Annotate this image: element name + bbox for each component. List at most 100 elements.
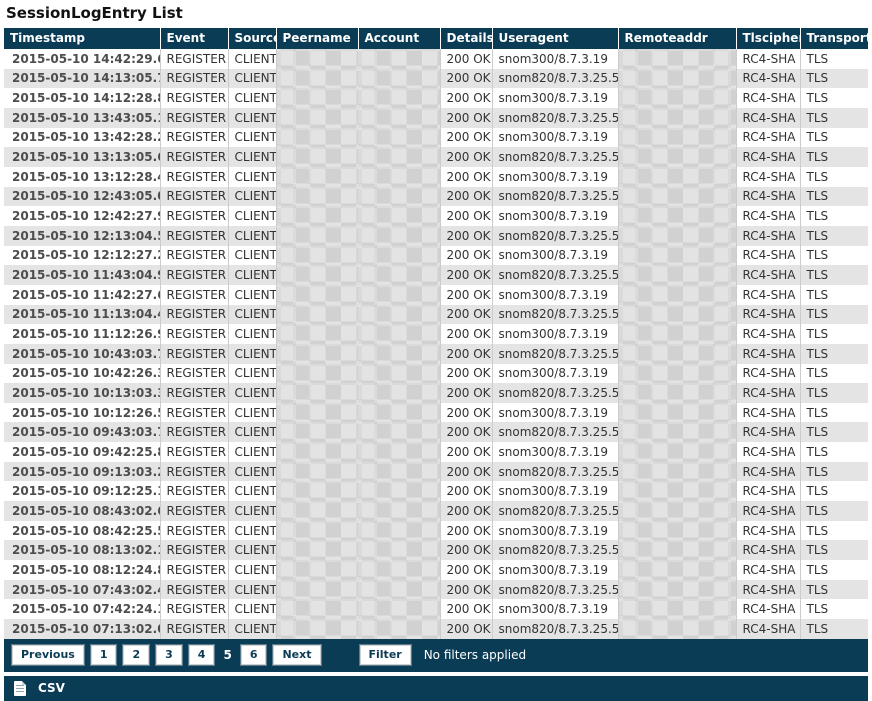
table-row: 2015-05-10 13:43:05.124 REGISTER CLIENT …	[4, 108, 868, 128]
cell-peername-redacted	[276, 580, 358, 600]
cell-event: REGISTER	[160, 246, 228, 266]
redacted-pixelation	[619, 305, 736, 325]
pagination-next-button[interactable]: Next	[273, 645, 320, 665]
cell-source: CLIENT	[228, 147, 276, 167]
cell-tlscipher: RC4-SHA	[736, 580, 800, 600]
col-header-event: Event	[160, 28, 228, 49]
cell-source: CLIENT	[228, 285, 276, 305]
cell-source: CLIENT	[228, 501, 276, 521]
cell-transport: TLS	[800, 226, 868, 246]
cell-timestamp: 2015-05-10 09:13:03.224	[4, 462, 160, 482]
cell-source: CLIENT	[228, 540, 276, 560]
cell-useragent: snom300/8.7.3.19	[492, 88, 618, 108]
cell-timestamp: 2015-05-10 14:42:29.676	[4, 49, 160, 69]
cell-useragent: snom820/8.7.3.25.5	[492, 69, 618, 89]
pagination-previous-button[interactable]: Previous	[12, 645, 84, 665]
redacted-pixelation	[277, 442, 359, 462]
cell-transport: TLS	[800, 167, 868, 187]
cell-timestamp: 2015-05-10 14:12:28.844	[4, 88, 160, 108]
cell-transport: TLS	[800, 462, 868, 482]
cell-tlscipher: RC4-SHA	[736, 540, 800, 560]
csv-export-button[interactable]: CSV	[14, 681, 65, 696]
cell-transport: TLS	[800, 501, 868, 521]
pagination-page-button-4[interactable]: 4	[189, 645, 215, 665]
filter-status-text: No filters applied	[424, 648, 526, 662]
cell-useragent: snom300/8.7.3.19	[492, 49, 618, 69]
cell-transport: TLS	[800, 403, 868, 423]
cell-source: CLIENT	[228, 619, 276, 639]
cell-account-redacted	[358, 580, 440, 600]
cell-details: 200 OK	[440, 246, 492, 266]
redacted-pixelation	[619, 462, 736, 482]
cell-event: REGISTER	[160, 226, 228, 246]
cell-source: CLIENT	[228, 265, 276, 285]
cell-event: REGISTER	[160, 599, 228, 619]
col-header-details: Details	[440, 28, 492, 49]
cell-timestamp: 2015-05-10 11:12:26.912	[4, 324, 160, 344]
redacted-pixelation	[277, 619, 359, 639]
cell-timestamp: 2015-05-10 10:43:03.792	[4, 344, 160, 364]
pagination-page-button-6[interactable]: 6	[241, 645, 267, 665]
cell-remoteaddr-redacted	[618, 187, 736, 207]
cell-transport: TLS	[800, 442, 868, 462]
table-row: 2015-05-10 10:13:03.302 REGISTER CLIENT …	[4, 383, 868, 403]
pagination-page-button-1[interactable]: 1	[91, 645, 117, 665]
cell-account-redacted	[358, 285, 440, 305]
cell-useragent: snom820/8.7.3.25.5	[492, 344, 618, 364]
table-row: 2015-05-10 08:42:25.562 REGISTER CLIENT …	[4, 521, 868, 541]
cell-account-redacted	[358, 265, 440, 285]
cell-account-redacted	[358, 442, 440, 462]
redacted-pixelation	[277, 69, 359, 89]
cell-tlscipher: RC4-SHA	[736, 501, 800, 521]
cell-tlscipher: RC4-SHA	[736, 619, 800, 639]
filter-button[interactable]: Filter	[360, 645, 411, 665]
cell-event: REGISTER	[160, 403, 228, 423]
cell-transport: TLS	[800, 560, 868, 580]
cell-source: CLIENT	[228, 442, 276, 462]
cell-remoteaddr-redacted	[618, 147, 736, 167]
cell-event: REGISTER	[160, 560, 228, 580]
cell-event: REGISTER	[160, 285, 228, 305]
cell-details: 200 OK	[440, 226, 492, 246]
cell-source: CLIENT	[228, 305, 276, 325]
cell-timestamp: 2015-05-10 13:13:05.632	[4, 147, 160, 167]
redacted-pixelation	[277, 560, 359, 580]
redacted-pixelation	[358, 49, 440, 69]
cell-timestamp: 2015-05-10 09:12:25.180	[4, 481, 160, 501]
cell-account-redacted	[358, 619, 440, 639]
cell-source: CLIENT	[228, 521, 276, 541]
cell-peername-redacted	[276, 88, 358, 108]
cell-event: REGISTER	[160, 167, 228, 187]
cell-timestamp: 2015-05-10 07:43:02.498	[4, 580, 160, 600]
cell-remoteaddr-redacted	[618, 462, 736, 482]
table-row: 2015-05-10 14:13:05.728 REGISTER CLIENT …	[4, 69, 868, 89]
pagination-page-button-2[interactable]: 2	[123, 645, 149, 665]
cell-event: REGISTER	[160, 462, 228, 482]
redacted-pixelation	[358, 69, 440, 89]
cell-source: CLIENT	[228, 88, 276, 108]
redacted-pixelation	[277, 599, 359, 619]
pagination-page-button-3[interactable]: 3	[156, 645, 182, 665]
cell-tlscipher: RC4-SHA	[736, 167, 800, 187]
cell-useragent: snom300/8.7.3.19	[492, 364, 618, 384]
cell-transport: TLS	[800, 599, 868, 619]
col-header-source: Source	[228, 28, 276, 49]
table-row: 2015-05-10 12:42:27.912 REGISTER CLIENT …	[4, 206, 868, 226]
col-header-remoteaddr: Remoteaddr	[618, 28, 736, 49]
redacted-pixelation	[277, 49, 359, 69]
cell-peername-redacted	[276, 619, 358, 639]
table-row: 2015-05-10 09:13:03.224 REGISTER CLIENT …	[4, 462, 868, 482]
redacted-pixelation	[358, 88, 440, 108]
cell-source: CLIENT	[228, 422, 276, 442]
cell-account-redacted	[358, 206, 440, 226]
redacted-pixelation	[619, 226, 736, 246]
redacted-pixelation	[619, 88, 736, 108]
redacted-pixelation	[619, 265, 736, 285]
redacted-pixelation	[358, 108, 440, 128]
cell-useragent: snom300/8.7.3.19	[492, 206, 618, 226]
table-row: 2015-05-10 07:13:02.006 REGISTER CLIENT …	[4, 619, 868, 639]
cell-transport: TLS	[800, 128, 868, 148]
cell-timestamp: 2015-05-10 11:13:04.446	[4, 305, 160, 325]
cell-timestamp: 2015-05-10 10:42:26.348	[4, 364, 160, 384]
cell-source: CLIENT	[228, 246, 276, 266]
